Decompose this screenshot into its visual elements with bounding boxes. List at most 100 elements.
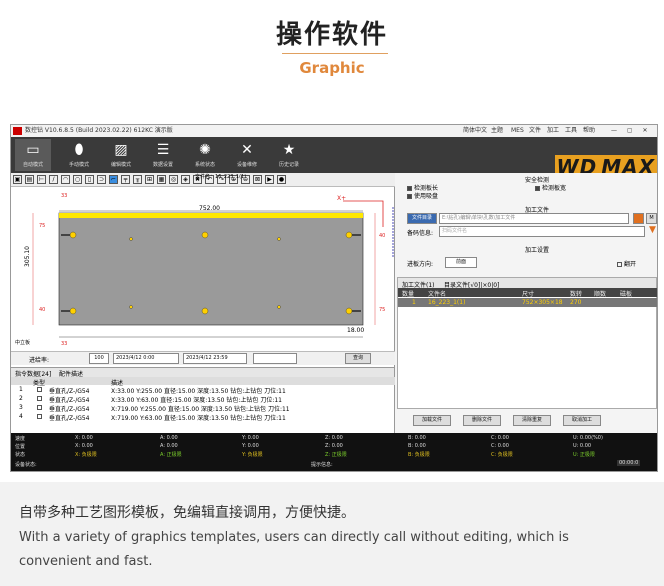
save-icon[interactable]: ▣ (13, 175, 22, 184)
window-titlebar: 数控钻 V10.6.8.5 (Build 2023.02.22) 612KC 演… (11, 125, 657, 137)
mouse-icon: ⬮ (74, 142, 84, 158)
menu-process[interactable]: 加工 (547, 125, 559, 137)
dimension-d2: 40 (39, 307, 46, 313)
arc-icon[interactable]: ◠ (61, 175, 70, 184)
stop-icon[interactable]: ● (277, 175, 286, 184)
date-to-input[interactable]: 2023/4/12 23:59 (183, 353, 247, 364)
rect-icon[interactable]: ▯ (85, 175, 94, 184)
load-file-button[interactable]: 加载文件 (413, 415, 451, 426)
system-status-button[interactable]: ✺ 系统状态 (187, 139, 223, 171)
query-button[interactable]: 查询 (345, 353, 371, 364)
file-path-input[interactable]: E:\钻孔\编辑\单块\孔数\加工文件 (439, 213, 629, 224)
device-status-label: 设备状态: (15, 462, 37, 468)
title-underline (282, 53, 388, 54)
dimension-d4: 75 (379, 307, 386, 313)
keyword-input[interactable] (253, 353, 297, 364)
dimension-height: 305.10 (24, 246, 31, 267)
description-cn: 自带多种工艺图形模板，免编辑直接调用，方便快捷。 (19, 505, 355, 521)
feed-rate-label: 进给率: (29, 357, 50, 364)
play-icon[interactable]: ▶ (265, 175, 274, 184)
dimension-d3: 40 (379, 233, 386, 239)
hook-icon[interactable]: ⊃ (97, 175, 106, 184)
tools-icon: ✕ (241, 142, 253, 158)
saw-icon[interactable]: ⊞ (145, 175, 154, 184)
table-row[interactable]: 4 垂直孔/Z-/G54 X:719.00 Y:63.00 直径:15.00 深度:… (11, 413, 395, 422)
monitor-icon: ▭ (26, 142, 40, 158)
table-row[interactable]: 1 16_223_1(1) 752×305×18 270 (398, 298, 657, 307)
table-row[interactable]: 1 垂直孔/Z-/G54 X:33.00 Y:255.00 直径:15.00 深度:… (11, 386, 395, 395)
history-button[interactable]: ★ 历史记录 (271, 139, 307, 171)
menu-help[interactable]: 帮助 (583, 125, 595, 137)
check-width[interactable]: 检测板宽 (535, 183, 566, 192)
description-en: With a variety of graphics templates, us… (19, 530, 569, 569)
table-row[interactable]: 2 垂直孔/Z-/G54 X:33.00 Y:63.00 直径:15.00 深度:1… (11, 395, 395, 404)
window-title: 数控钻 V10.6.8.5 (Build 2023.02.22) 612KC 演… (25, 127, 173, 134)
app-logo-icon (13, 127, 22, 135)
tip-label: 提示信息: (311, 462, 333, 468)
search-bar: 进给率: 100 2023/4/12 0:00 2023/4/12 23:59 … (11, 351, 395, 365)
data-settings-button[interactable]: ☰ 数据设置 (145, 139, 181, 171)
direction-select[interactable]: 前面 (445, 257, 477, 268)
cancel-process-button[interactable]: 取消加工 (563, 415, 601, 426)
clock-display: 00:00:0 (617, 460, 641, 466)
layer-icon[interactable]: ◈ (181, 175, 190, 184)
circle-icon[interactable]: ○ (73, 175, 82, 184)
filter-icon[interactable]: ▼ (649, 225, 656, 235)
file-dir-button[interactable]: 文件目录 (407, 213, 437, 224)
edit-icon: ▨ (114, 142, 128, 158)
dimension-d1: 75 (39, 223, 46, 229)
panel-edge-band (59, 213, 363, 218)
axis-x-label: X+ (337, 195, 347, 202)
circle-tool-icon[interactable]: ◎ (169, 175, 178, 184)
dimension-bottom: 33 (61, 341, 68, 347)
setting-title: 加工设置 (525, 247, 550, 254)
date-from-input[interactable]: 2023/4/12 0:00 (113, 353, 179, 364)
open-icon[interactable]: ▤ (25, 175, 34, 184)
page-title: 操作软件 (275, 20, 388, 50)
table-row[interactable]: 3 垂直孔/Z-/G54 X:719.00 Y:255.00 直径:15.00 深度… (11, 404, 395, 413)
menu-language[interactable]: 简体中文 (463, 125, 487, 137)
maintenance-button[interactable]: ✕ 设备维修 (229, 139, 265, 171)
status-bar: 速度 X: 0.00 A: 0.00 Y: 0.00 Z: 0.00 B: 0.00 C:… (11, 433, 657, 471)
instruction-list: 指令数据[24] 配件描述 类型 描述 1 垂直孔/Z-/G54 X:33.00 Y… (11, 367, 395, 433)
file-name-label: 文件名：16_223_1(1) (195, 174, 247, 180)
line-icon[interactable]: ∕ (49, 175, 58, 184)
delete-file-button[interactable]: 删除文件 (463, 415, 501, 426)
panel-board (58, 212, 364, 326)
menu-theme[interactable]: 主题 (491, 125, 503, 137)
clear-duplicate-button[interactable]: 清除重复 (513, 415, 551, 426)
drill2-icon[interactable]: ╥ (133, 175, 142, 184)
dim-icon[interactable]: ⊢ (37, 175, 46, 184)
control-pane: 安全检测 检测板长 检测板宽 使用吸盘 加工文件 文件目录 E:\钻孔\编辑\单… (395, 173, 657, 433)
origin-label: 中立板 (15, 340, 31, 346)
m-button[interactable]: M (646, 213, 657, 224)
menu-file[interactable]: 文件 (529, 125, 541, 137)
process-list: 加工文件(1) 目录文件[√0]|×0|0] 数量 文件名 尺寸 数转 顺数 磁… (397, 277, 657, 409)
origin-icon[interactable]: ⌐ (109, 175, 118, 184)
edit-mode-button[interactable]: ▨ 编辑模式 (103, 139, 139, 171)
barcode-label: 备码信息: (407, 230, 434, 237)
drill-icon[interactable]: ╤ (121, 175, 130, 184)
sun-icon: ✺ (199, 142, 211, 158)
menu-mes[interactable]: MES (511, 125, 524, 137)
feed-rate-input[interactable]: 100 (89, 353, 109, 364)
manual-mode-button[interactable]: ⬮ 手动模式 (61, 139, 97, 171)
menu-tools[interactable]: 工具 (565, 125, 577, 137)
barcode-input[interactable]: 扫码文件名 (439, 226, 645, 237)
auto-mode-button[interactable]: ▭ 自动模式 (15, 139, 51, 171)
check-suction[interactable]: 使用吸盘 (407, 191, 438, 200)
dimension-width: 752.00 (199, 205, 220, 212)
direction-label: 进板方向: (407, 261, 434, 268)
folder-icon[interactable] (633, 213, 644, 224)
drawing-toolbar: ▣ ▤ ⊢ ∕ ◠ ○ ▯ ⊃ ⌐ ╤ ╥ ⊞ ▦ ◎ ◈ ✖ ↶ ↷ ⊕ ⊖ ⊠ ▶ ● 文件名：16_223_1(1) (11, 173, 395, 187)
drawing-pane: ▣ ▤ ⊢ ∕ ◠ ○ ▯ ⊃ ⌐ ╤ ╥ ⊞ ▦ ◎ ◈ ✖ ↶ ↷ ⊕ ⊖ ⊠ ▶ ● 文件名：16_223_1(1) … (11, 173, 395, 367)
list-icon: ☰ (156, 142, 170, 158)
flip-check[interactable]: 翻开 (617, 259, 636, 268)
instruction-rows: 1 垂直孔/Z-/G54 X:33.00 Y:255.00 直径:15.00 深度:… (11, 386, 395, 422)
star-icon: ★ (282, 142, 296, 158)
grid-icon[interactable]: ▦ (157, 175, 166, 184)
fit-icon[interactable]: ⊠ (253, 175, 262, 184)
dimension-left-top: 33 (61, 193, 68, 199)
dimension-thickness: 18.00 (347, 327, 365, 334)
window-controls[interactable]: — ▢ ✕ (611, 125, 652, 137)
